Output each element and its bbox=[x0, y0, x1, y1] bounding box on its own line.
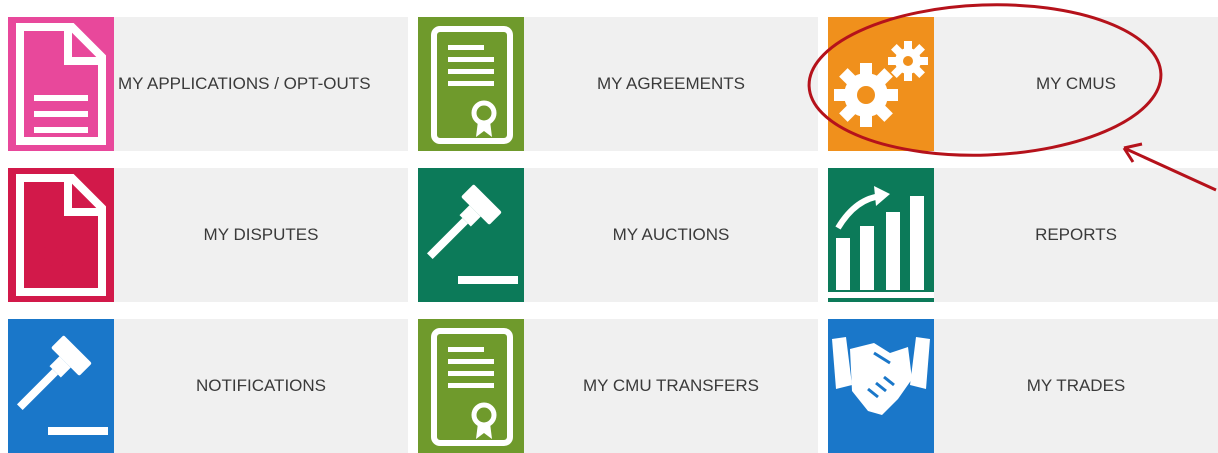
tile-label: MY AGREEMENTS bbox=[597, 74, 745, 93]
certificate-icon bbox=[418, 319, 524, 453]
tile-reports[interactable]: REPORTS bbox=[828, 168, 1218, 302]
tile-my-agreements[interactable]: MY AGREEMENTS bbox=[418, 17, 818, 151]
handshake-icon bbox=[828, 319, 934, 453]
tile-my-disputes[interactable]: MY DISPUTES bbox=[8, 168, 408, 302]
tile-label: MY AUCTIONS bbox=[612, 225, 730, 244]
tile-label: MY APPLICATIONS / OPT-OUTS bbox=[118, 74, 371, 93]
tile-label: REPORTS bbox=[1035, 225, 1117, 244]
tile-my-applications[interactable]: MY APPLICATIONS / OPT-OUTS bbox=[8, 17, 408, 151]
certificate-icon bbox=[418, 17, 524, 151]
bar-chart-icon bbox=[828, 168, 934, 302]
document-x-icon bbox=[8, 168, 114, 302]
tile-notifications[interactable]: NOTIFICATIONS bbox=[8, 319, 408, 453]
tile-label: MY TRADES bbox=[1026, 376, 1126, 395]
tile-label: MY CMU TRANSFERS bbox=[582, 376, 759, 395]
tile-my-cmus[interactable]: MY CMUS bbox=[828, 17, 1218, 151]
tile-label: MY CMUS bbox=[1036, 74, 1116, 93]
tile-label: MY DISPUTES bbox=[203, 225, 319, 244]
tile-label: NOTIFICATIONS bbox=[195, 376, 326, 395]
tile-my-trades[interactable]: MY TRADES bbox=[828, 319, 1218, 453]
gears-icon bbox=[828, 17, 934, 151]
document-lines-icon bbox=[8, 17, 114, 151]
tile-my-cmu-transfers[interactable]: MY CMU TRANSFERS bbox=[418, 319, 818, 453]
gavel-icon bbox=[418, 168, 524, 302]
gavel-icon bbox=[8, 319, 114, 453]
tile-my-auctions[interactable]: MY AUCTIONS bbox=[418, 168, 818, 302]
